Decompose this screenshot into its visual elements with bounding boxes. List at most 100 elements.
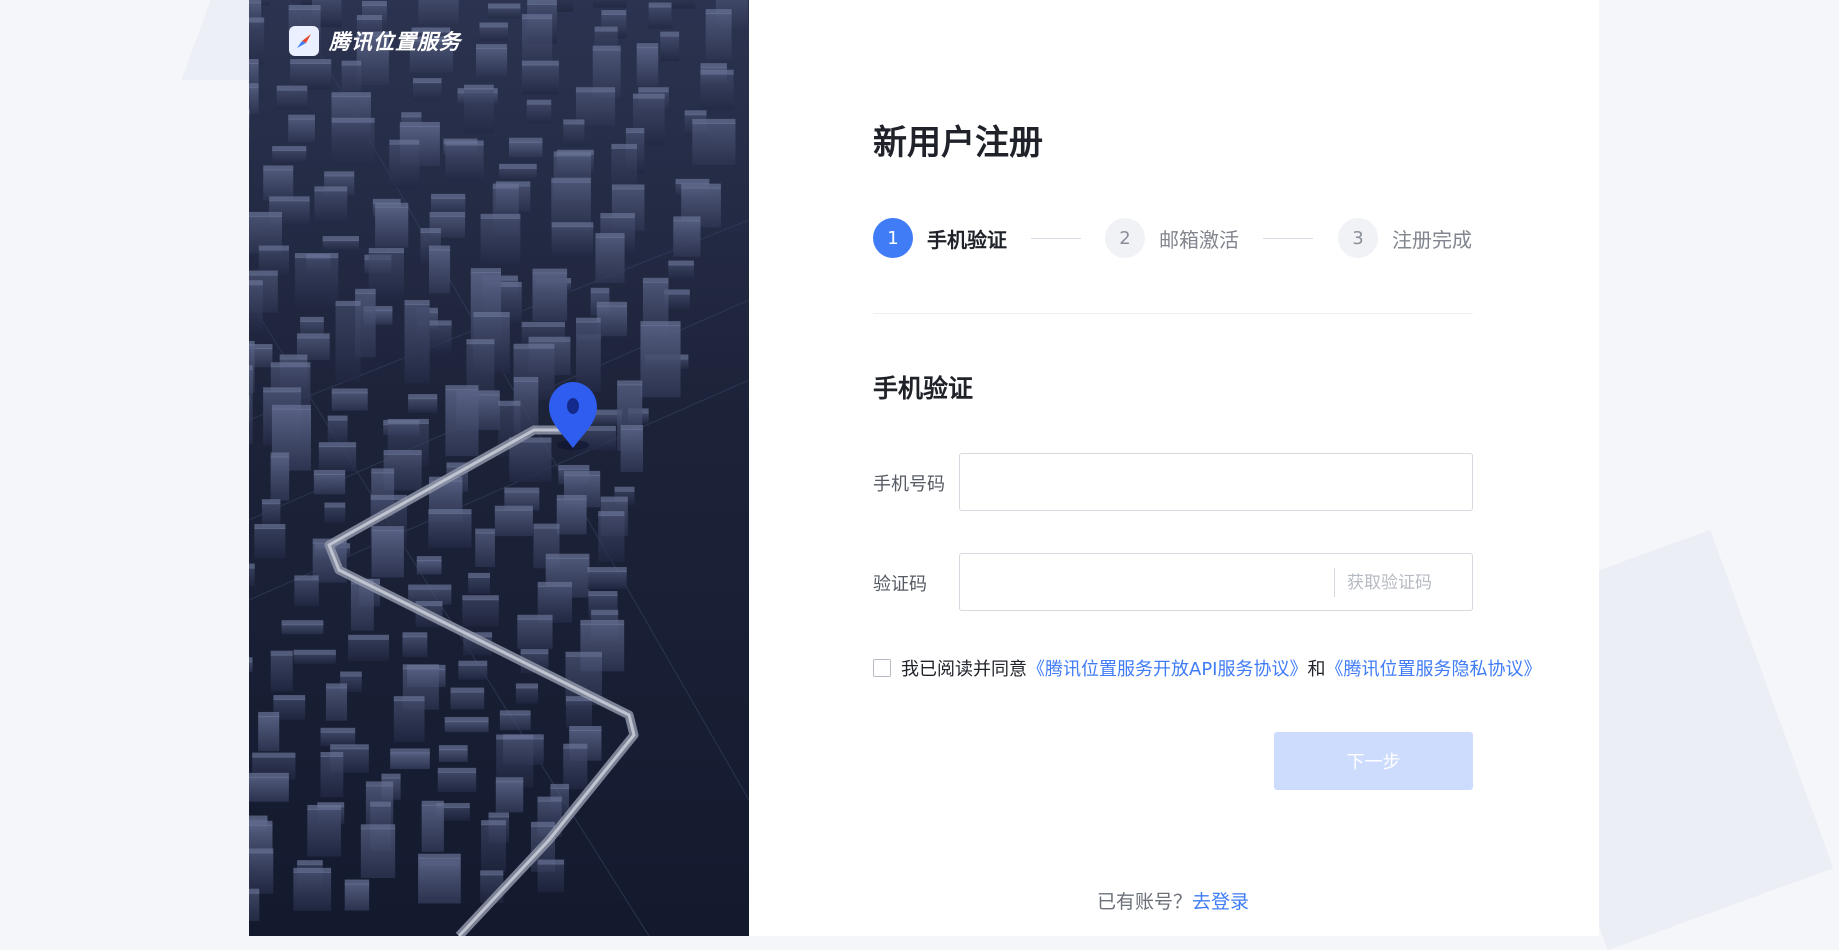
- building-roof: [371, 526, 404, 532]
- building-block: [416, 560, 442, 575]
- building-roof: [272, 146, 307, 152]
- step-1: 1 手机验证: [873, 218, 1007, 258]
- register-card: 腾讯位置服务 新用户注册 1 手机验证 2 邮箱激活 3 注册完成 手机验证 手…: [249, 0, 1599, 936]
- building-roof: [444, 716, 489, 722]
- building-block: [331, 392, 368, 411]
- get-code-button[interactable]: 获取验证码: [1347, 557, 1432, 609]
- building-block: [437, 771, 477, 792]
- building-roof: [325, 683, 348, 689]
- building-roof: [617, 380, 643, 386]
- building-roof: [508, 137, 543, 143]
- building-roof: [468, 572, 491, 578]
- building-roof: [365, 781, 394, 787]
- building-roof: [335, 300, 361, 306]
- building-roof: [300, 316, 324, 322]
- building-roof: [598, 511, 625, 517]
- building-roof: [293, 867, 332, 873]
- building-roof: [279, 354, 308, 360]
- building-block: [438, 749, 468, 762]
- building-block: [444, 720, 489, 733]
- building-roof: [520, 649, 549, 655]
- building-roof: [673, 216, 701, 222]
- building-roof: [600, 213, 635, 219]
- building-block: [249, 284, 263, 333]
- building-roof: [271, 404, 311, 410]
- building-roof: [402, 632, 428, 638]
- building-block: [522, 18, 553, 68]
- building-roof: [492, 183, 519, 189]
- building-block: [508, 141, 543, 158]
- building-roof: [420, 228, 441, 234]
- building-roof: [499, 163, 537, 169]
- building-block: [668, 264, 694, 280]
- building-roof: [408, 394, 438, 400]
- building-roof: [462, 595, 499, 601]
- building-block: [249, 892, 260, 922]
- building-roof: [625, 128, 645, 134]
- building-roof: [450, 687, 485, 693]
- building-block: [499, 714, 531, 731]
- building-block: [249, 567, 255, 587]
- building-block: [479, 26, 508, 41]
- brand-logo[interactable]: 腾讯位置服务: [289, 26, 461, 56]
- building-roof: [513, 343, 555, 349]
- building-block: [335, 304, 361, 383]
- building-roof: [375, 202, 409, 208]
- building-roof: [611, 184, 645, 190]
- building-roof: [527, 0, 557, 6]
- building-roof: [526, 99, 552, 105]
- building-roof: [322, 236, 359, 242]
- building-roof: [528, 336, 571, 342]
- building-roof: [281, 620, 324, 626]
- building-roof: [575, 87, 616, 93]
- building-block: [272, 150, 307, 165]
- building-block: [421, 804, 444, 852]
- building-roof: [318, 442, 357, 448]
- login-link[interactable]: 去登录: [1192, 891, 1249, 913]
- building-roof: [254, 524, 286, 530]
- building-block: [565, 700, 593, 730]
- city-illustration-panel: 腾讯位置服务: [249, 0, 749, 936]
- building-block: [413, 82, 442, 102]
- building-roof: [263, 387, 302, 393]
- building-block: [249, 661, 253, 673]
- page-title: 新用户注册: [873, 123, 1043, 163]
- building-block: [495, 781, 524, 813]
- building-roof: [249, 109, 250, 115]
- building-roof: [276, 85, 308, 91]
- building-roof: [496, 734, 534, 740]
- building-roof: [390, 748, 430, 754]
- building-block: [468, 576, 491, 595]
- building-roof: [294, 253, 339, 259]
- building-block: [418, 0, 459, 24]
- building-roof: [533, 523, 560, 529]
- building-roof: [473, 312, 510, 318]
- next-step-button[interactable]: 下一步: [1274, 732, 1473, 790]
- building-roof: [249, 280, 263, 286]
- building-block: [270, 456, 290, 501]
- building-roof: [249, 365, 253, 371]
- building-roof: [614, 486, 635, 492]
- building-roof: [620, 424, 644, 430]
- phone-input[interactable]: [959, 453, 1473, 511]
- building-roof: [700, 63, 727, 69]
- api-agreement-link[interactable]: 《腾讯位置服务开放API服务协议》: [1027, 655, 1307, 681]
- building-roof: [675, 178, 710, 184]
- agree-checkbox[interactable]: [873, 659, 891, 677]
- building-roof: [249, 772, 289, 778]
- building-block: [648, 6, 672, 29]
- step-1-label: 手机验证: [927, 227, 1007, 252]
- step-connector: [1263, 238, 1313, 239]
- building-block: [360, 828, 396, 878]
- building-roof: [294, 575, 319, 581]
- building-roof: [590, 287, 610, 293]
- building-roof: [296, 333, 330, 339]
- building-roof: [591, 609, 619, 615]
- building-block: [344, 883, 370, 911]
- building-block: [331, 121, 375, 167]
- building-roof: [320, 752, 344, 758]
- privacy-agreement-link[interactable]: 《腾讯位置服务隐私协议》: [1325, 655, 1541, 681]
- building-block: [390, 752, 430, 770]
- step-3: 3 注册完成: [1338, 218, 1472, 258]
- building-roof: [355, 288, 376, 294]
